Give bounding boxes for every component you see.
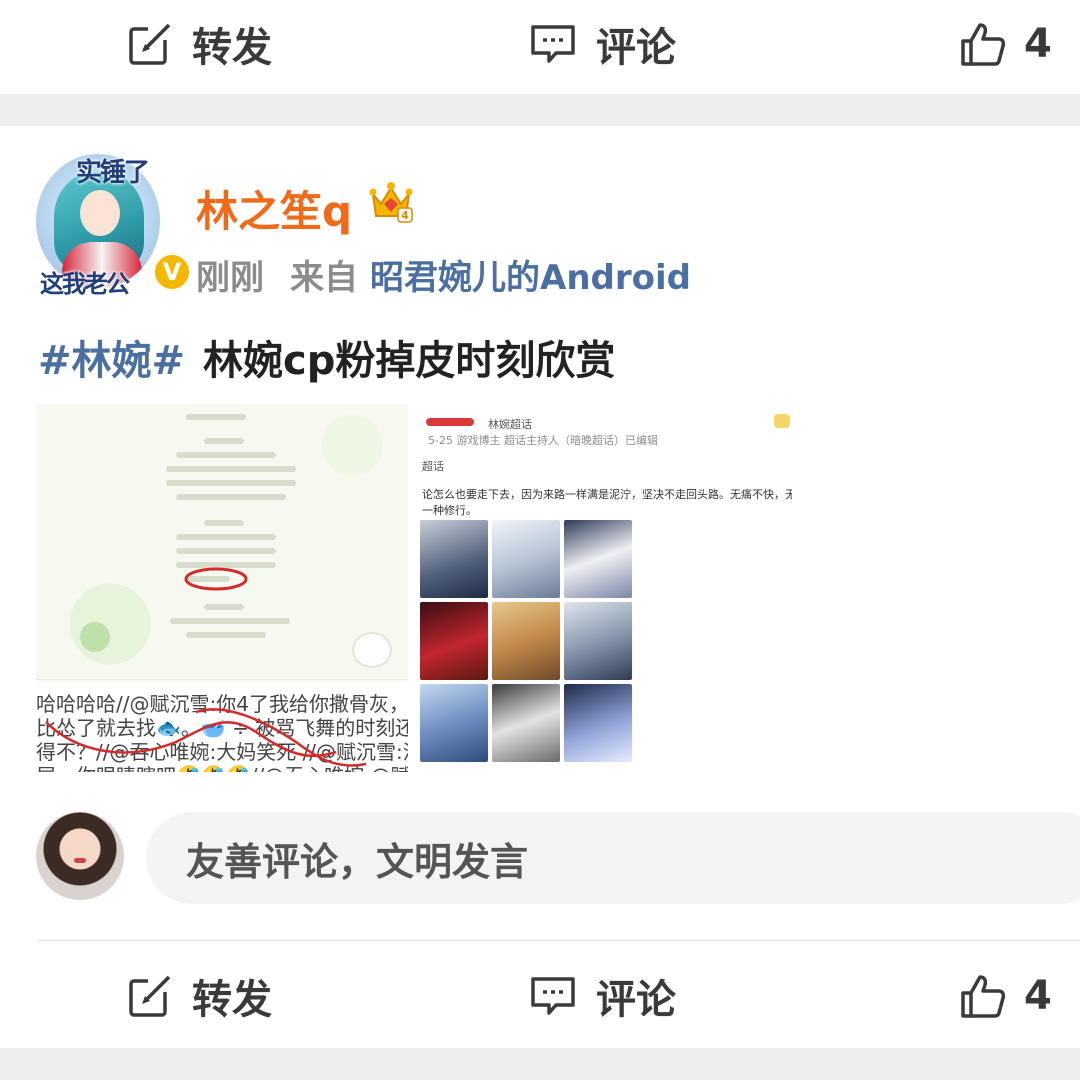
image2-header-text: 林婉超话 <box>488 418 532 431</box>
thumbs-up-icon <box>960 21 1006 67</box>
image2-body-1: 论怎么也要走下去，因为来路一样满是泥泞，坚决不走回头路。无痛不快，无苦何甜。 <box>422 488 792 501</box>
grid-image <box>492 520 560 598</box>
crown-icon: 4 <box>368 180 414 224</box>
top-action-bar: 转发 评论 4 <box>0 0 1080 88</box>
post-time: 刚刚 <box>196 258 264 298</box>
repost-label: 转发 <box>192 977 272 1023</box>
like-button[interactable]: 4 <box>960 952 1052 1040</box>
repost-icon <box>128 22 172 66</box>
grid-image <box>492 602 560 680</box>
post-content: #林婉# 林婉cp粉掉皮时刻欣赏 <box>38 328 615 386</box>
like-button[interactable]: 4 <box>960 0 1052 88</box>
grid-image <box>564 602 632 680</box>
post-image-2[interactable]: 林婉超话 5-25 游戏博主 超话主持人（暗晚超话）已编辑 超话 论怎么也要走下… <box>418 404 792 770</box>
verified-badge-icon: V <box>152 252 192 292</box>
comment-input[interactable]: 友善评论，文明发言 <box>146 812 1080 904</box>
repost-button[interactable]: 转发 <box>128 0 272 88</box>
grid-image <box>492 684 560 762</box>
repost-label: 转发 <box>192 25 272 71</box>
grid-image <box>564 684 632 762</box>
like-count: 4 <box>1024 973 1052 1019</box>
author-avatar[interactable]: 实锤了 这我老公 V <box>36 154 192 298</box>
comment-label: 评论 <box>596 977 676 1023</box>
avatar-frame-text-top: 实锤了 <box>76 158 150 188</box>
comment-button[interactable]: 评论 <box>530 952 676 1040</box>
image-grid <box>420 520 632 766</box>
post-image-1[interactable]: 哈哈哈哈//@赋沉雪:你4了我给你撒骨灰，大 比怂了就去找🐟。🥣 ÷ 被骂飞舞的… <box>36 404 408 772</box>
post-source-link[interactable]: 昭君婉儿的Android <box>370 250 691 299</box>
comment-icon <box>530 23 576 65</box>
comment-label: 评论 <box>596 25 676 71</box>
grid-image <box>420 520 488 598</box>
source-label: 来自 <box>290 258 358 298</box>
chat-screenshot <box>36 404 408 680</box>
grid-image <box>564 520 632 598</box>
my-avatar[interactable] <box>36 812 124 900</box>
bottom-action-bar: 转发 评论 4 <box>0 952 1080 1040</box>
repost-button[interactable]: 转发 <box>128 952 272 1040</box>
grid-image <box>420 684 488 762</box>
svg-text:4: 4 <box>401 209 409 222</box>
image2-tag: 超话 <box>422 460 444 473</box>
grid-image <box>420 602 488 680</box>
topic-link[interactable]: #林婉# <box>38 328 185 386</box>
image2-body-2: 一种修行。 <box>422 504 477 517</box>
image2-sub-text: 5-25 游戏博主 超话主持人（暗晚超话）已编辑 <box>428 434 658 447</box>
feed-separator <box>0 1048 1080 1080</box>
comment-input-placeholder: 友善评论，文明发言 <box>186 839 529 884</box>
comment-button[interactable]: 评论 <box>530 0 676 88</box>
post-meta: 刚刚 来自 昭君婉儿的Android <box>196 250 691 299</box>
feed-separator <box>0 94 1080 126</box>
author-name[interactable]: 林之笙q <box>196 178 352 239</box>
post-text: 林婉cp粉掉皮时刻欣赏 <box>203 338 616 384</box>
like-count: 4 <box>1024 21 1052 67</box>
avatar-frame-text-bottom: 这我老公 <box>40 269 130 298</box>
chat-text-block: 哈哈哈哈//@赋沉雪:你4了我给你撒骨灰，大 比怂了就去找🐟。🥣 ÷ 被骂飞舞的… <box>36 682 408 772</box>
repost-icon <box>128 974 172 1018</box>
comment-icon <box>530 975 576 1017</box>
divider <box>36 940 1080 941</box>
thumbs-up-icon <box>960 973 1006 1019</box>
